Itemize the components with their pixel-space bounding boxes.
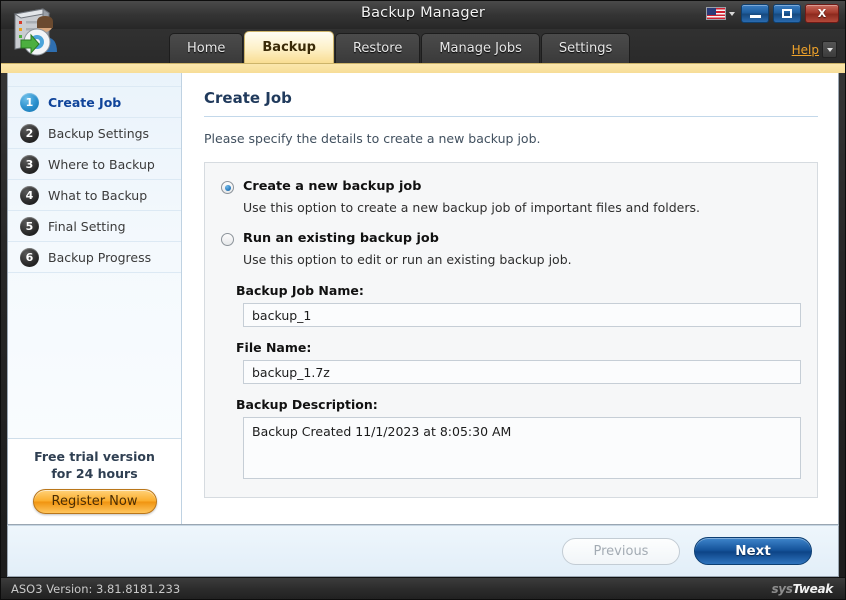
- sidebar-item-backup-settings[interactable]: 2 Backup Settings: [8, 118, 181, 149]
- option-create-new: Create a new backup job Use this option …: [221, 179, 801, 215]
- sidebar-item-label: Backup Settings: [48, 126, 149, 141]
- file-name-label: File Name:: [236, 340, 801, 355]
- brand-part-sys: sys: [771, 582, 792, 596]
- chevron-down-icon: [729, 12, 735, 16]
- minimize-button[interactable]: [741, 4, 769, 23]
- sidebar-item-where-to-backup[interactable]: 3 Where to Backup: [8, 149, 181, 180]
- step-number-badge: 3: [20, 155, 39, 174]
- close-icon: X: [818, 8, 826, 19]
- file-name-input[interactable]: backup_1.7z: [243, 360, 801, 384]
- main-tab-bar: Home Backup Restore Manage Jobs Settings…: [1, 29, 845, 63]
- next-button[interactable]: Next: [694, 537, 812, 565]
- wizard-sidebar: 1 Create Job 2 Backup Settings 3 Where t…: [8, 73, 182, 524]
- step-number-badge: 2: [20, 124, 39, 143]
- trial-text-line2: for 24 hours: [8, 465, 181, 482]
- option-run-existing: Run an existing backup job Use this opti…: [221, 231, 801, 267]
- step-number-badge: 4: [20, 186, 39, 205]
- language-selector[interactable]: [704, 6, 737, 21]
- maximize-icon: [782, 9, 792, 18]
- help-area: Help: [792, 41, 837, 58]
- sidebar-filler: [8, 356, 181, 439]
- us-flag-icon: [706, 7, 726, 20]
- options-panel: Create a new backup job Use this option …: [204, 162, 818, 498]
- close-button[interactable]: X: [805, 4, 839, 23]
- step-number-badge: 6: [20, 248, 39, 267]
- wizard-content: Create Job Please specify the details to…: [182, 73, 838, 524]
- version-text: ASO3 Version: 3.81.8181.233: [11, 582, 180, 596]
- tab-settings[interactable]: Settings: [541, 33, 630, 63]
- sidebar-item-label: Backup Progress: [48, 250, 151, 265]
- window-controls: X: [704, 4, 839, 23]
- previous-button[interactable]: Previous: [562, 538, 680, 565]
- backup-description-label: Backup Description:: [236, 397, 801, 412]
- minimize-icon: [750, 15, 761, 18]
- sidebar-item-label: Create Job: [48, 95, 121, 110]
- backup-job-name-input[interactable]: backup_1: [243, 303, 801, 327]
- radio-row-create-new[interactable]: Create a new backup job: [221, 179, 801, 194]
- sidebar-item-label: What to Backup: [48, 188, 147, 203]
- page-subtitle: Please specify the details to create a n…: [204, 131, 818, 146]
- sidebar-top-spacer: [8, 73, 181, 87]
- tab-accent-strip: [1, 63, 845, 73]
- tab-restore[interactable]: Restore: [335, 33, 420, 63]
- step-number-badge: 1: [20, 93, 39, 112]
- backup-job-name-label: Backup Job Name:: [236, 283, 801, 298]
- status-bar: ASO3 Version: 3.81.8181.233 sysTweak: [1, 577, 845, 599]
- sidebar-item-label: Where to Backup: [48, 157, 155, 172]
- radio-create-new-backup-job[interactable]: [221, 181, 234, 194]
- step-number-badge: 5: [20, 217, 39, 236]
- sidebar-item-label: Final Setting: [48, 219, 126, 234]
- help-link[interactable]: Help: [792, 43, 819, 58]
- radio-run-existing-backup-job[interactable]: [221, 233, 234, 246]
- tab-backup[interactable]: Backup: [244, 31, 334, 63]
- sidebar-item-final-setting[interactable]: 5 Final Setting: [8, 211, 181, 242]
- option-description: Use this option to edit or run an existi…: [243, 252, 801, 267]
- application-window: Backup Manager X Home Backup Restore Man…: [0, 0, 846, 600]
- sidebar-item-backup-progress[interactable]: 6 Backup Progress: [8, 242, 181, 273]
- title-divider: [204, 116, 818, 117]
- sidebar-step-list: 1 Create Job 2 Backup Settings 3 Where t…: [8, 87, 181, 356]
- option-label: Run an existing backup job: [243, 231, 439, 246]
- option-description: Use this option to create a new backup j…: [243, 200, 801, 215]
- help-dropdown-button[interactable]: [822, 41, 837, 58]
- brand-part-tweak: Tweak: [793, 582, 833, 596]
- backup-description-textarea[interactable]: Backup Created 11/1/2023 at 8:05:30 AM: [243, 417, 801, 479]
- maximize-button[interactable]: [773, 4, 801, 23]
- sidebar-item-create-job[interactable]: 1 Create Job: [8, 87, 181, 118]
- option-label: Create a new backup job: [243, 179, 421, 194]
- page-title: Create Job: [204, 89, 818, 107]
- register-now-button[interactable]: Register Now: [33, 489, 157, 514]
- tab-home[interactable]: Home: [169, 33, 243, 63]
- tab-manage-jobs[interactable]: Manage Jobs: [421, 33, 540, 63]
- chevron-down-icon: [827, 48, 833, 52]
- systweak-logo: sysTweak: [771, 582, 833, 596]
- backup-manager-app-icon: [9, 4, 67, 62]
- radio-row-run-existing[interactable]: Run an existing backup job: [221, 231, 801, 246]
- sidebar-item-what-to-backup[interactable]: 4 What to Backup: [8, 180, 181, 211]
- title-bar: Backup Manager X: [1, 1, 845, 29]
- wizard-footer: Previous Next: [7, 525, 839, 577]
- main-body: 1 Create Job 2 Backup Settings 3 Where t…: [7, 73, 839, 525]
- trial-panel: Free trial version for 24 hours Register…: [8, 438, 181, 524]
- trial-text-line1: Free trial version: [8, 448, 181, 465]
